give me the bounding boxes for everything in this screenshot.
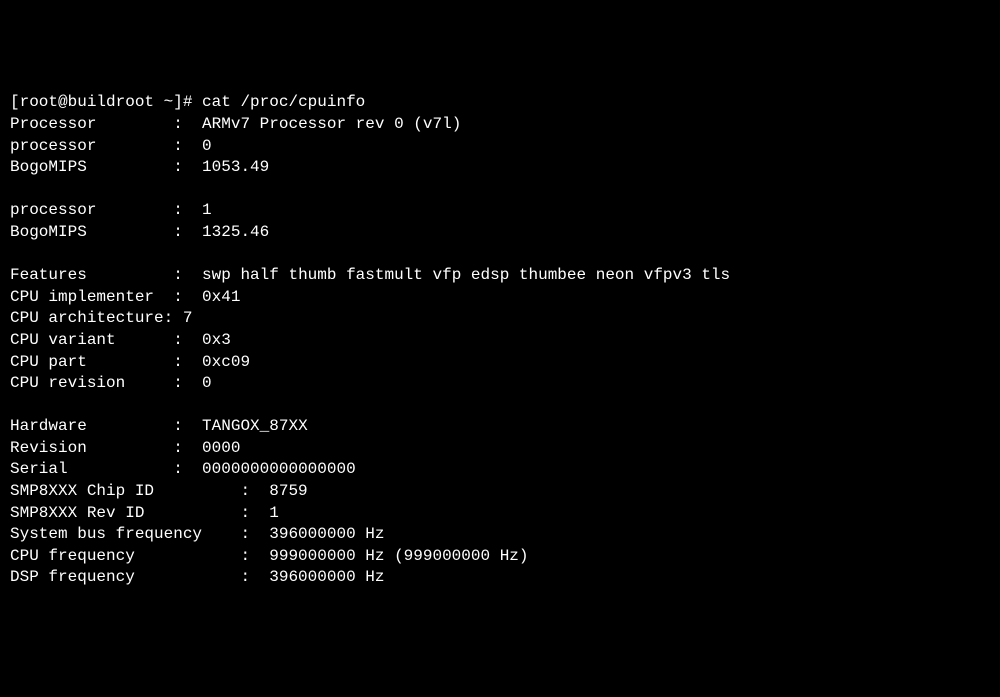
- colon-separator: :: [173, 115, 202, 133]
- cpuinfo-value: 1: [202, 201, 212, 219]
- colon-separator: :: [173, 158, 202, 176]
- cpuinfo-line: BogoMIPS : 1325.46: [10, 222, 990, 244]
- cpuinfo-key: BogoMIPS: [10, 223, 173, 241]
- cpuinfo-value: 1325.46: [202, 223, 269, 241]
- cpuinfo-line: Serial : 0000000000000000: [10, 459, 990, 481]
- cpuinfo-line: processor : 1: [10, 200, 990, 222]
- colon-separator: :: [173, 374, 202, 392]
- cpuinfo-key: DSP frequency: [10, 568, 240, 586]
- cpuinfo-line: CPU implementer : 0x41: [10, 287, 990, 309]
- colon-separator: :: [240, 482, 269, 500]
- cpuinfo-value: ARMv7 Processor rev 0 (v7l): [202, 115, 461, 133]
- colon-separator: :: [173, 266, 202, 284]
- cpuinfo-line: Revision : 0000: [10, 438, 990, 460]
- cpuinfo-value: 0: [202, 374, 212, 392]
- cpuinfo-value: 1: [269, 504, 279, 522]
- colon-separator: :: [173, 223, 202, 241]
- cpuinfo-value: 999000000 Hz (999000000 Hz): [269, 547, 528, 565]
- cpuinfo-line: processor : 0: [10, 136, 990, 158]
- cpuinfo-key: CPU revision: [10, 374, 173, 392]
- colon-separator: :: [173, 331, 202, 349]
- cpuinfo-value: 1053.49: [202, 158, 269, 176]
- cpuinfo-key: Features: [10, 266, 173, 284]
- cpuinfo-key: SMP8XXX Rev ID: [10, 504, 240, 522]
- cpuinfo-line: Features : swp half thumb fastmult vfp e…: [10, 265, 990, 287]
- colon-separator: :: [164, 309, 183, 327]
- shell-prompt: [root@buildroot ~]#: [10, 93, 192, 111]
- cpuinfo-value: TANGOX_87XX: [202, 417, 308, 435]
- cpuinfo-value: 0x3: [202, 331, 231, 349]
- colon-separator: :: [240, 568, 269, 586]
- cpuinfo-key: CPU part: [10, 353, 173, 371]
- cpuinfo-line: SMP8XXX Chip ID : 8759: [10, 481, 990, 503]
- colon-separator: :: [173, 460, 202, 478]
- cpuinfo-key: Hardware: [10, 417, 173, 435]
- cpuinfo-line: CPU frequency : 999000000 Hz (999000000 …: [10, 546, 990, 568]
- cpuinfo-value: 0000: [202, 439, 240, 457]
- colon-separator: :: [240, 547, 269, 565]
- cpuinfo-line: CPU architecture: 7: [10, 308, 990, 330]
- colon-separator: :: [173, 417, 202, 435]
- cpuinfo-value: 8759: [269, 482, 307, 500]
- cpuinfo-line: Processor : ARMv7 Processor rev 0 (v7l): [10, 114, 990, 136]
- cpuinfo-value: 0xc09: [202, 353, 250, 371]
- cpuinfo-value: 7: [183, 309, 193, 327]
- cpuinfo-value: swp half thumb fastmult vfp edsp thumbee…: [202, 266, 730, 284]
- cpuinfo-line: Hardware : TANGOX_87XX: [10, 416, 990, 438]
- cpuinfo-key: CPU frequency: [10, 547, 240, 565]
- cpuinfo-line: System bus frequency : 396000000 Hz: [10, 524, 990, 546]
- cpuinfo-value: 0x41: [202, 288, 240, 306]
- cpuinfo-line: BogoMIPS : 1053.49: [10, 157, 990, 179]
- colon-separator: :: [173, 201, 202, 219]
- command-output: Processor : ARMv7 Processor rev 0 (v7l)p…: [10, 114, 990, 589]
- colon-separator: :: [173, 439, 202, 457]
- cpuinfo-key: System bus frequency: [10, 525, 240, 543]
- colon-separator: :: [173, 288, 202, 306]
- cpuinfo-line: CPU revision : 0: [10, 373, 990, 395]
- cpuinfo-key: SMP8XXX Chip ID: [10, 482, 240, 500]
- cpuinfo-key: CPU implementer: [10, 288, 173, 306]
- cpuinfo-key: processor: [10, 137, 173, 155]
- cpuinfo-line: CPU variant : 0x3: [10, 330, 990, 352]
- cpuinfo-key: Revision: [10, 439, 173, 457]
- cpuinfo-key: CPU variant: [10, 331, 173, 349]
- colon-separator: :: [173, 137, 202, 155]
- colon-separator: :: [173, 353, 202, 371]
- shell-prompt-line: [root@buildroot ~]# cat /proc/cpuinfo: [10, 92, 990, 114]
- blank-line: [10, 395, 990, 417]
- cpuinfo-line: CPU part : 0xc09: [10, 352, 990, 374]
- cpuinfo-key: Serial: [10, 460, 173, 478]
- cpuinfo-value: 0000000000000000: [202, 460, 356, 478]
- cpuinfo-key: processor: [10, 201, 173, 219]
- cpuinfo-value: 0: [202, 137, 212, 155]
- colon-separator: :: [240, 525, 269, 543]
- cpuinfo-key: CPU architecture: [10, 309, 164, 327]
- cpuinfo-line: DSP frequency : 396000000 Hz: [10, 567, 990, 589]
- blank-line: [10, 244, 990, 266]
- cpuinfo-value: 396000000 Hz: [269, 525, 384, 543]
- cpuinfo-key: Processor: [10, 115, 173, 133]
- cpuinfo-key: BogoMIPS: [10, 158, 173, 176]
- blank-line: [10, 179, 990, 201]
- colon-separator: :: [240, 504, 269, 522]
- shell-command: cat /proc/cpuinfo: [202, 93, 365, 111]
- cpuinfo-value: 396000000 Hz: [269, 568, 384, 586]
- cpuinfo-line: SMP8XXX Rev ID : 1: [10, 503, 990, 525]
